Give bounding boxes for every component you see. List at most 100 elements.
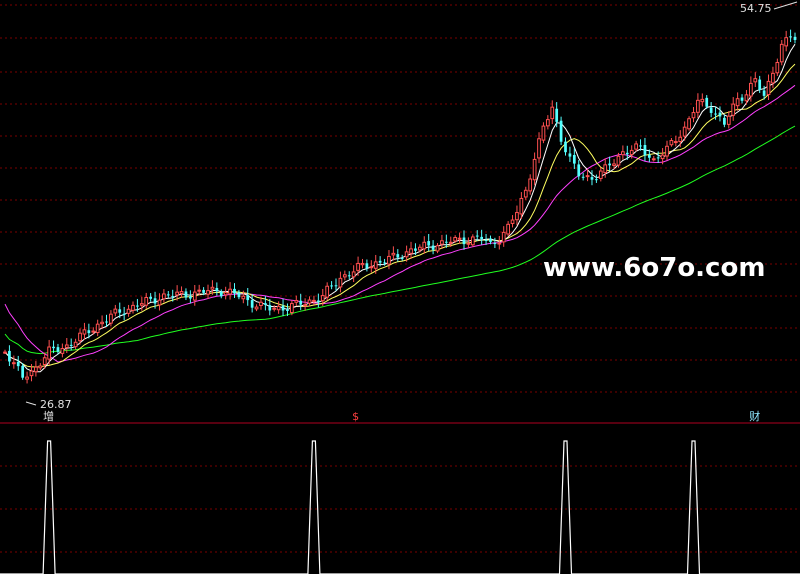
candle-body-up [687,118,691,130]
candle-body-up [528,178,533,192]
chart-background [0,0,800,574]
high-price-label: 54.75 [740,2,772,15]
candle-body-down [581,176,585,178]
candle-body-down [334,285,338,287]
candle-body-up [510,219,515,224]
candle-body-up [303,304,307,307]
candle-body-up [603,164,608,174]
candle-body-up [109,313,113,324]
candle-body-down [268,305,272,311]
candle-body-up [673,141,678,144]
candle-body-up [139,303,144,306]
candle-body-up [11,362,16,365]
candle-body-up [95,323,100,334]
candle-body-down [316,300,320,302]
candle-body-down [188,296,192,299]
candle-body-down [237,292,241,298]
candle-body-down [219,291,223,297]
candle-body-up [369,266,374,269]
candle-body-up [387,255,391,265]
candle-body-up [753,78,758,83]
candle-body-down [246,295,250,301]
candle-body-up [506,223,510,235]
candle-body-up [435,245,440,252]
candle-body-up [197,289,202,292]
candle-body-down [568,153,572,157]
candle-body-up [766,80,771,96]
candle-body-up [259,301,263,307]
candle-body-down [396,254,400,258]
candle-body-down [493,243,497,245]
candle-body-up [42,357,47,366]
candle-body-up [669,140,674,146]
watermark: www.6o7o.com [543,253,765,283]
candle-body-up [47,346,52,360]
candle-body-up [691,112,696,119]
candle-body-down [475,235,479,237]
candle-body-down [171,296,175,298]
candle-body-down [166,294,170,296]
candle-body-down [347,275,351,277]
candle-body-up [320,295,325,302]
candle-body-down [740,97,744,101]
candle-body-up [470,236,475,246]
candle-body-down [400,258,404,260]
candle-body-down [69,344,73,346]
candle-body-up [351,271,356,278]
candle-body-down [793,36,797,41]
candle-body-up [175,291,179,296]
candle-body-up [731,103,736,116]
candle-body-up [682,126,687,137]
candle-body-up [307,299,312,304]
candle-body-down [758,79,762,91]
candle-body-up [440,240,444,245]
candle-body-up [616,155,621,166]
candle-body-down [723,117,726,125]
candle-body-up [38,365,43,369]
candle-body-up [34,366,38,373]
candle-body-down [789,36,792,38]
candle-body-down [281,305,285,311]
candle-body-down [625,152,629,155]
stock-chart: 增 $ 财 www.6o7o.com 54.75 26.87 [0,0,800,574]
candle-body-up [144,297,149,306]
candle-body-down [184,291,188,298]
candle-body-up [453,237,458,242]
candle-body-up [598,170,603,179]
candle-body-up [629,149,634,155]
candle-body-up [541,125,546,141]
candle-body-down [639,145,642,147]
candle-body-up [501,231,506,243]
candle-body-down [153,298,157,304]
candle-body-down [705,97,709,107]
candle-body-down [608,163,612,166]
candle-body-up [585,175,590,178]
candle-body-up [312,299,316,302]
candle-body-up [612,163,616,166]
candle-body-up [25,376,29,380]
candle-body-down [87,330,91,334]
candle-body-up [3,351,7,354]
candle-body-down [564,141,567,153]
candle-body-down [330,285,333,287]
candle-body-up [60,348,65,354]
candle-body-down [590,177,594,180]
candle-body-up [206,290,210,295]
candle-body-up [360,262,365,266]
candle-body-up [779,43,784,63]
candle-body-down [414,248,417,251]
candle-body-down [122,313,126,315]
signal-marker-1: $ [352,410,359,423]
candle-body-down [365,263,369,269]
candle-body-up [126,308,131,314]
candle-body-up [735,98,740,107]
candle-body-up [726,115,731,125]
candle-body-up [342,274,347,278]
candle-body-up [532,158,537,181]
candle-body-up [241,295,246,300]
candle-body-up [356,262,360,271]
candle-body-down [762,90,766,96]
candle-body-up [665,145,669,157]
candle-body-up [73,341,78,348]
candle-body-up [64,344,69,348]
